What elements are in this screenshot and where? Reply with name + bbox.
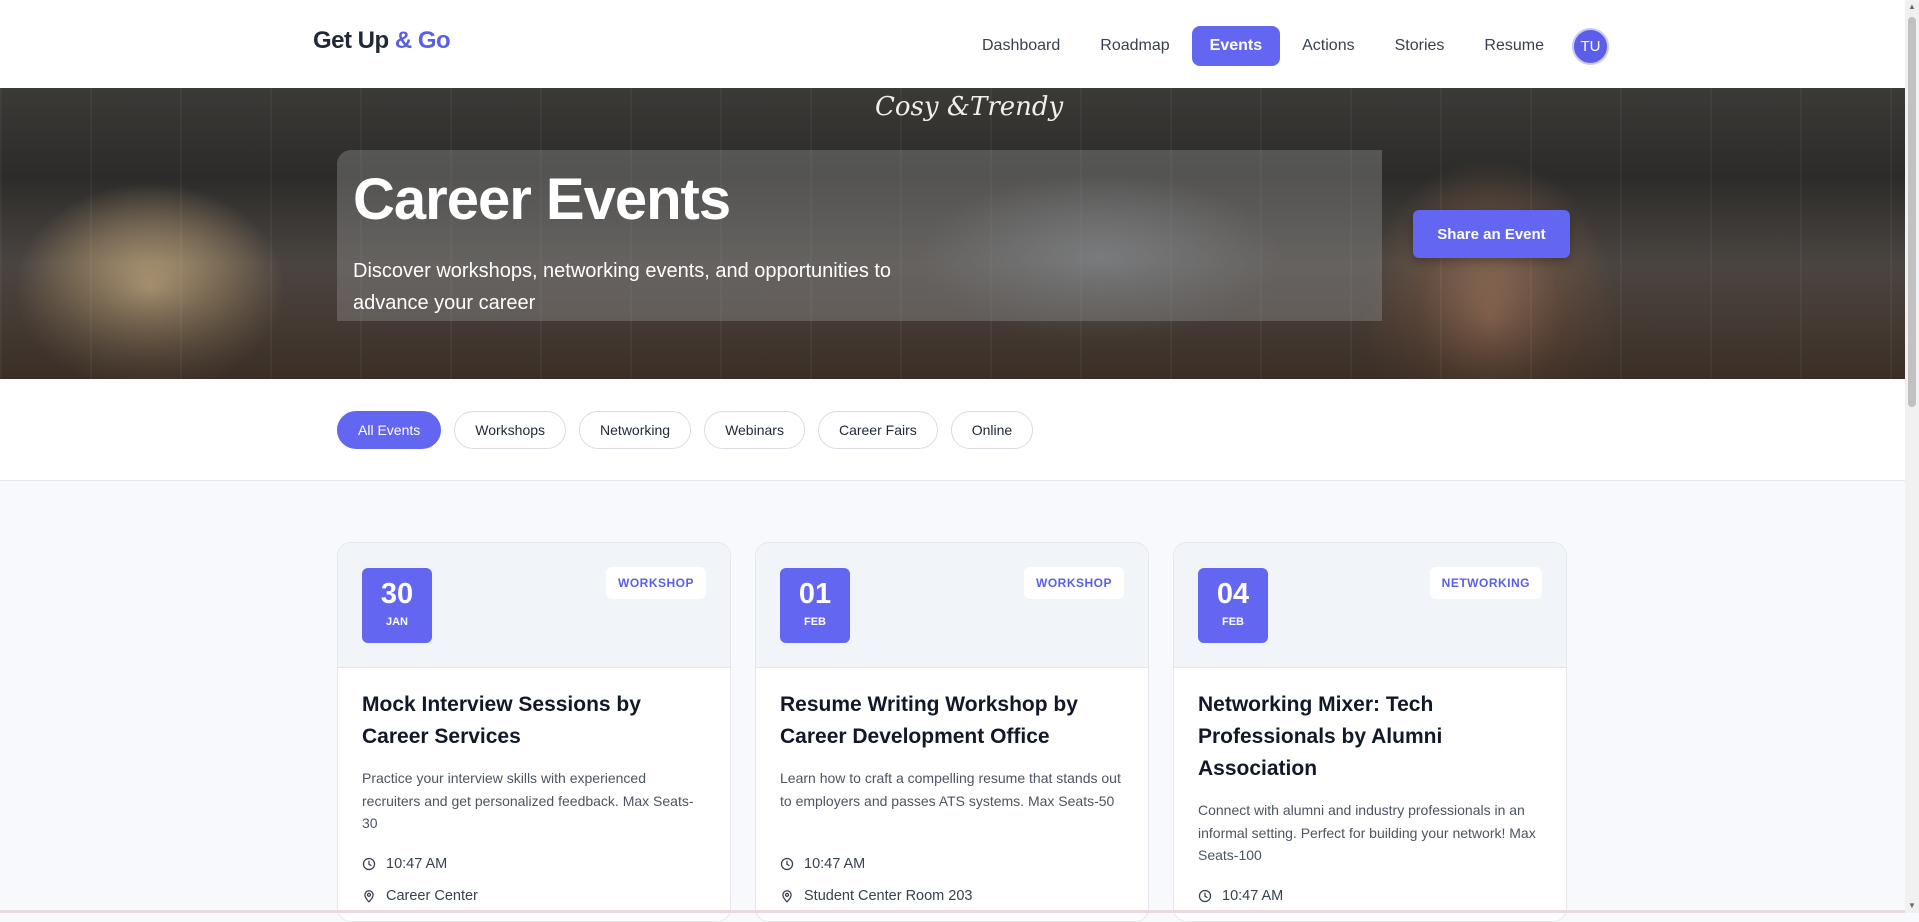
page-title: Career Events: [353, 167, 731, 232]
date-badge: 04 FEB: [1198, 568, 1268, 643]
filter-bar: All Events Workshops Networking Webinars…: [0, 379, 1905, 481]
event-card[interactable]: 04 FEB NETWORKING Networking Mixer: Tech…: [1173, 542, 1567, 922]
filter-workshops[interactable]: Workshops: [454, 411, 567, 449]
event-card[interactable]: 01 FEB WORKSHOP Resume Writing Workshop …: [755, 542, 1149, 922]
nav-actions[interactable]: Actions: [1284, 26, 1372, 66]
event-title[interactable]: Resume Writing Workshop by Career Develo…: [780, 689, 1126, 753]
event-card-header: 30 JAN WORKSHOP: [338, 543, 730, 668]
page-subtitle: Discover workshops, networking events, a…: [353, 260, 892, 314]
date-month: JAN: [385, 616, 408, 628]
filter-career-fairs[interactable]: Career Fairs: [817, 411, 938, 449]
event-time: 10:47 AM: [362, 856, 447, 872]
filter-networking[interactable]: Networking: [579, 411, 692, 449]
event-location-text: Student Center Room 203: [804, 888, 973, 904]
event-description: Practice your interview skills with expe…: [362, 770, 694, 831]
hero-image-sign: Cosy &Trendy: [875, 92, 1064, 122]
date-day: 04: [1216, 578, 1250, 610]
nav-stories[interactable]: Stories: [1377, 26, 1463, 66]
event-location: Career Center: [362, 888, 478, 904]
hero-banner: Cosy &Trendy Career Events Discover work…: [0, 88, 1905, 379]
filter-online[interactable]: Online: [950, 411, 1034, 449]
nav-events[interactable]: Events: [1191, 26, 1281, 66]
event-type-badge: WORKSHOP: [606, 567, 706, 599]
brand-logo-part2: & Go: [394, 27, 451, 54]
event-time: 10:47 AM: [780, 856, 865, 872]
clock-icon: [1198, 889, 1212, 903]
event-location-text: Career Center: [386, 888, 478, 904]
event-description: Learn how to craft a compelling resume t…: [780, 770, 1121, 809]
date-day: 01: [798, 578, 832, 610]
share-event-button[interactable]: Share an Event: [1413, 210, 1570, 258]
nav-dashboard[interactable]: Dashboard: [964, 26, 1078, 66]
event-card-header: 01 FEB WORKSHOP: [756, 543, 1148, 668]
brand-logo-part1: Get Up: [313, 27, 389, 54]
map-pin-icon: [782, 890, 792, 903]
top-header: Get Up & Go Dashboard Roadmap Events Act…: [0, 0, 1905, 88]
brand-logo[interactable]: Get Up & Go: [313, 27, 451, 55]
event-type-badge: NETWORKING: [1429, 567, 1542, 599]
date-month: FEB: [804, 616, 826, 628]
filter-chips: All Events Workshops Networking Webinars…: [337, 411, 1046, 449]
event-time-text: 10:47 AM: [804, 856, 866, 872]
event-location: Student Center Room 203: [780, 888, 972, 904]
scroll-up-arrow-icon[interactable]: ▲: [1908, 3, 1916, 11]
scroll-down-arrow-icon[interactable]: ▼: [1908, 902, 1916, 910]
event-description: Connect with alumni and industry profess…: [1198, 802, 1536, 863]
date-day: 30: [380, 578, 414, 610]
clock-icon: [362, 857, 376, 871]
date-badge: 01 FEB: [780, 568, 850, 643]
event-title[interactable]: Mock Interview Sessions by Career Servic…: [362, 689, 708, 753]
page-scrollbar[interactable]: ▲ ▼: [1905, 0, 1919, 913]
event-title[interactable]: Networking Mixer: Tech Professionals by …: [1198, 689, 1544, 785]
main-nav: Dashboard Roadmap Events Actions Stories…: [964, 26, 1609, 66]
event-time-text: 10:47 AM: [1222, 888, 1284, 904]
event-time: 10:47 AM: [1198, 888, 1283, 904]
date-month: FEB: [1222, 616, 1244, 628]
user-avatar[interactable]: TU: [1571, 27, 1609, 65]
filter-all-events[interactable]: All Events: [337, 411, 442, 449]
filter-webinars[interactable]: Webinars: [704, 411, 805, 449]
event-card-header: 04 FEB NETWORKING: [1174, 543, 1566, 668]
clock-icon: [780, 857, 794, 871]
map-pin-icon: [364, 890, 374, 903]
nav-resume[interactable]: Resume: [1466, 26, 1562, 66]
nav-roadmap[interactable]: Roadmap: [1082, 26, 1187, 66]
event-time-text: 10:47 AM: [386, 856, 448, 872]
event-type-badge: WORKSHOP: [1024, 567, 1124, 599]
scrollbar-thumb[interactable]: [1908, 17, 1916, 407]
date-badge: 30 JAN: [362, 568, 432, 643]
event-card[interactable]: 30 JAN WORKSHOP Mock Interview Sessions …: [337, 542, 731, 922]
